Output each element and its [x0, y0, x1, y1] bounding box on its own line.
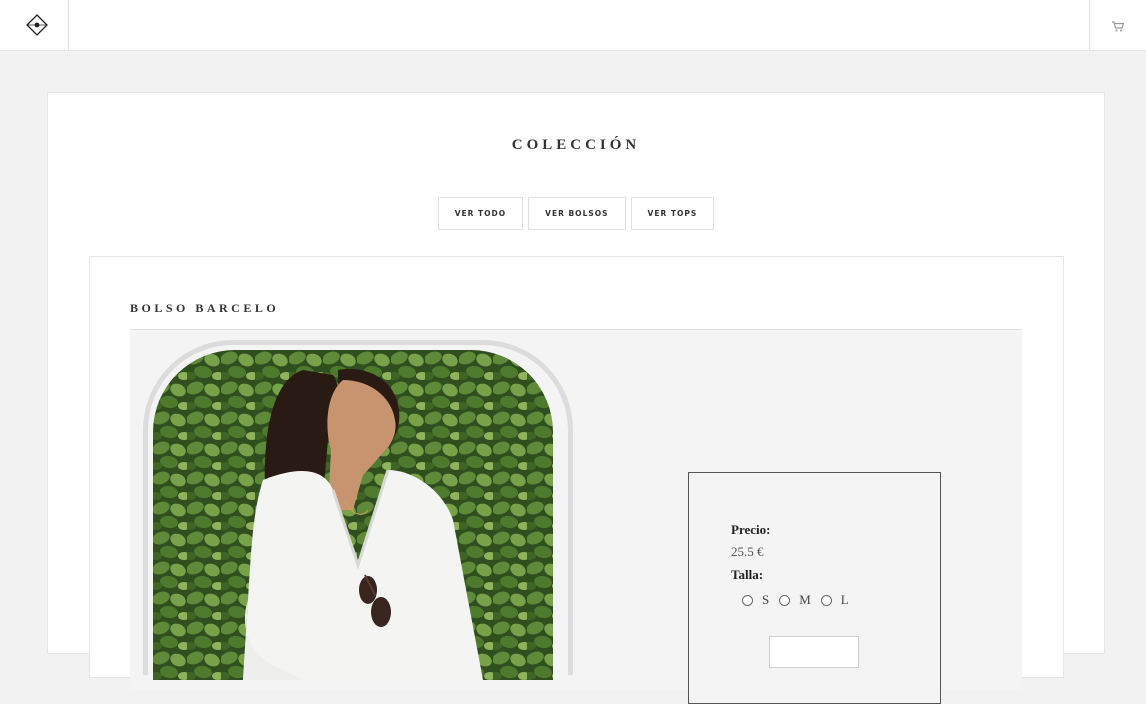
size-m-radio[interactable] [779, 594, 791, 606]
product-photo-illustration [153, 350, 553, 680]
collection-panel: COLECCIÓN VER TODO VER BOLSOS VER TOPS B… [47, 92, 1105, 704]
size-m-label: M [799, 592, 812, 607]
size-options: S M L [742, 592, 850, 608]
diamond-logo-icon [26, 14, 48, 36]
price-value: 25.5 € [731, 544, 764, 559]
product-area: Precio: 25.5 € Talla: S M L [130, 329, 1022, 704]
filter-all-button[interactable]: VER TODO [437, 197, 524, 230]
size-label: Talla: [731, 567, 764, 582]
top-navbar [0, 0, 1146, 51]
filter-bar: VER TODO VER BOLSOS VER TOPS [48, 197, 1104, 230]
size-s-label: S [762, 592, 771, 607]
product-image-frame [143, 340, 573, 680]
product-info-box: Precio: 25.5 € Talla: S M L [688, 472, 941, 704]
size-s-radio[interactable] [742, 594, 753, 606]
product-card: BOLSO BARCELO Precio: 25.5 € Talla: S M … [89, 256, 1064, 704]
cart-button[interactable] [1089, 0, 1146, 50]
size-l-radio[interactable] [820, 594, 832, 606]
price-label: Precio: [731, 522, 771, 537]
cart-icon [1112, 21, 1124, 32]
size-l-label: L [840, 592, 850, 607]
product-image[interactable] [153, 350, 553, 680]
filter-tops-button[interactable]: VER TOPS [630, 197, 715, 230]
logo-link[interactable] [0, 0, 69, 50]
product-title: BOLSO BARCELO [130, 301, 280, 315]
collection-title: COLECCIÓN [511, 137, 641, 153]
filter-bags-button[interactable]: VER BOLSOS [528, 197, 626, 230]
add-to-cart-button[interactable] [769, 636, 859, 668]
